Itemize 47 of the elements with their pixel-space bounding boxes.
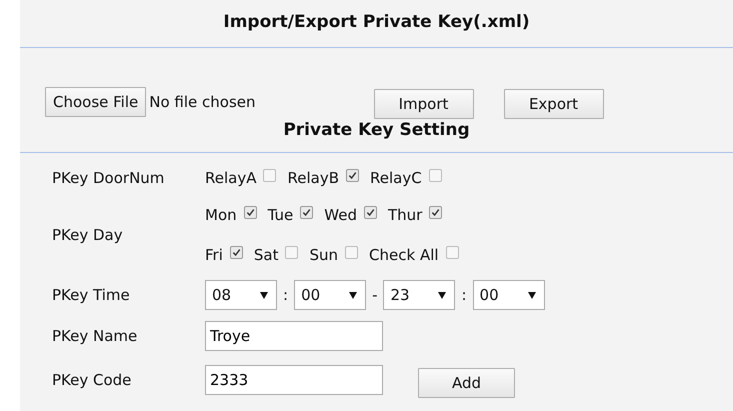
section-title: Private Key Setting <box>282 119 471 142</box>
caret-icon <box>349 291 358 299</box>
time-select[interactable]: 08 <box>205 280 277 310</box>
checkbox-label: Sat <box>254 246 278 264</box>
checkbox-label: RelayA <box>205 169 256 187</box>
caret-icon <box>528 291 536 299</box>
checkbox-label: Thur <box>388 206 422 224</box>
field-label: PKey Name <box>52 327 138 345</box>
checkbox[interactable] <box>300 206 314 218</box>
name-field[interactable]: Troye <box>205 321 383 351</box>
checkbox[interactable] <box>263 168 276 182</box>
code-field[interactable]: 2333 <box>205 365 383 395</box>
checkbox-label: RelayB <box>287 169 339 187</box>
field-label: PKey Day <box>52 226 124 244</box>
time-select[interactable]: 00 <box>294 280 366 310</box>
checkbox[interactable] <box>364 206 377 218</box>
checkbox[interactable] <box>446 246 459 258</box>
time-separator: - <box>372 286 378 304</box>
add-button[interactable]: Add <box>418 368 515 398</box>
checkbox-label: Check All <box>369 246 439 264</box>
time-separator: : <box>461 286 467 304</box>
checkbox[interactable] <box>230 246 243 258</box>
field-label: PKey Code <box>52 371 132 389</box>
checkbox-label: Mon <box>205 206 237 224</box>
export-button[interactable]: Export <box>504 88 604 118</box>
checkbox[interactable] <box>346 168 359 182</box>
checkbox[interactable] <box>345 246 358 258</box>
checkbox-label: RelayC <box>370 169 422 187</box>
import-button[interactable]: Import <box>374 88 474 118</box>
caret-icon <box>438 291 446 299</box>
time-select[interactable]: 00 <box>472 280 545 310</box>
field-label: PKey Time <box>52 286 131 304</box>
checkbox[interactable] <box>285 246 298 258</box>
checkbox[interactable] <box>429 206 442 218</box>
file-status: No file chosen <box>149 92 256 110</box>
checkbox-label: Fri <box>205 246 223 264</box>
field-label: PKey DoorNum <box>52 169 166 187</box>
checkbox-label: Wed <box>324 206 357 224</box>
caret-icon <box>260 291 268 299</box>
section-title: Import/Export Private Key(.xml) <box>222 11 531 34</box>
checkbox-label: Tue <box>268 206 294 224</box>
checkbox-label: Sun <box>309 246 338 264</box>
checkbox[interactable] <box>428 168 442 182</box>
choose-file-button[interactable]: Choose File <box>45 86 146 116</box>
time-select[interactable]: 23 <box>383 280 456 310</box>
checkbox[interactable] <box>244 206 257 218</box>
time-separator: : <box>283 286 288 304</box>
